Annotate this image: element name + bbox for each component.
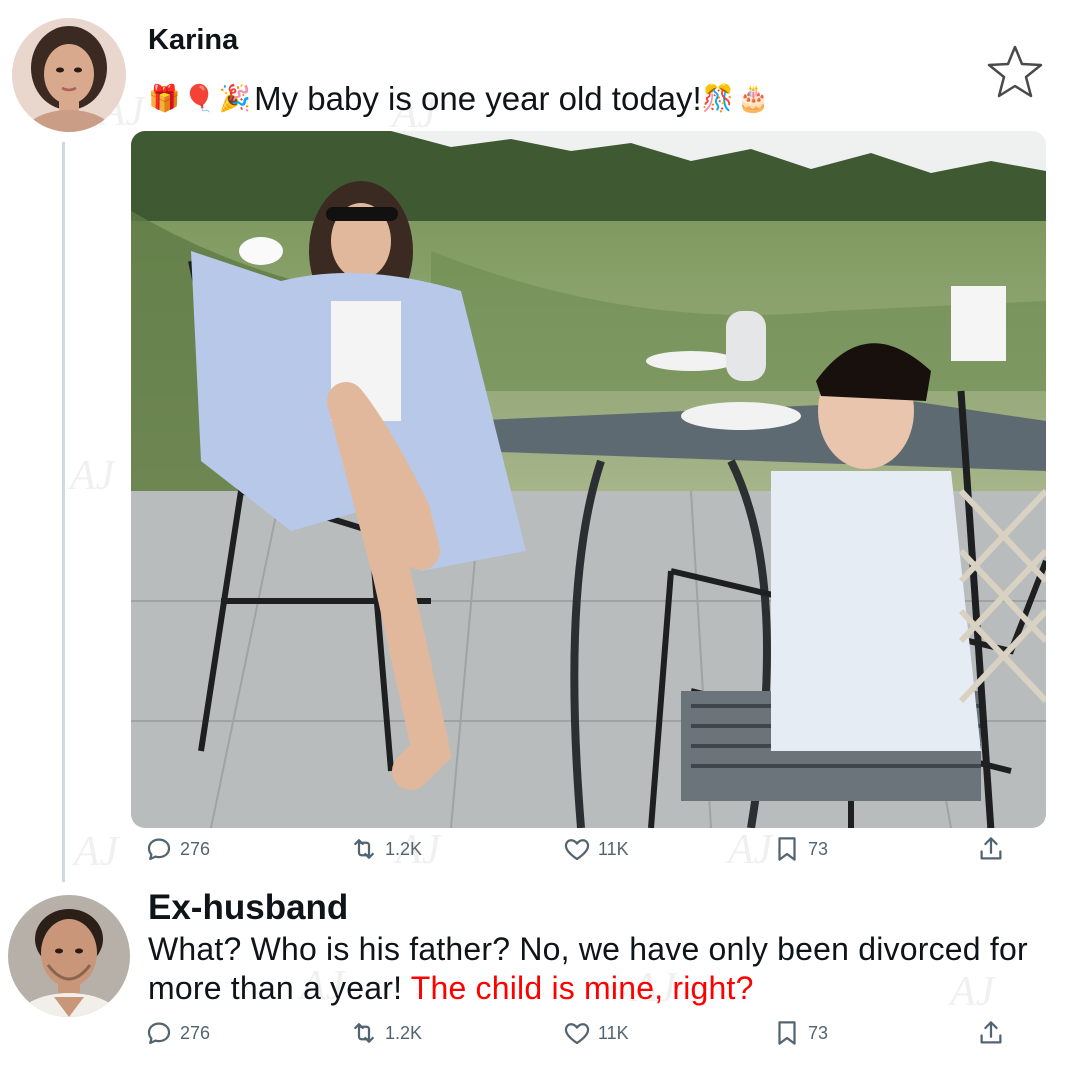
confetti-emoji: 🎊 <box>701 84 735 114</box>
share-icon <box>980 1021 1002 1044</box>
cake-emoji: 🎂 <box>737 84 770 114</box>
post-photo[interactable] <box>131 131 1046 828</box>
bookmark-icon <box>778 1021 796 1045</box>
party-popper-emoji: 🎉 <box>218 84 252 114</box>
reply-author-name[interactable]: Ex-husband <box>148 888 348 928</box>
heart-icon <box>564 839 590 861</box>
reply-text: What? Who is his father? No, we have onl… <box>148 930 1058 1008</box>
post-body: My baby is one year old today! <box>254 80 702 117</box>
retweet-button[interactable]: 1.2K <box>349 1018 422 1048</box>
balloon-emoji: 🎈 <box>183 84 216 114</box>
like-button[interactable]: 11K <box>562 834 629 864</box>
retweet-icon <box>354 1023 374 1043</box>
post-action-bar: 276 1.2K 11K 73 <box>144 834 1024 870</box>
bookmark-button[interactable]: 73 <box>772 834 828 864</box>
watermark: AJ <box>74 829 119 875</box>
retweet-button[interactable]: 1.2K <box>349 834 422 864</box>
thread-line <box>62 142 65 882</box>
reply-icon <box>147 838 171 861</box>
reply-count: 276 <box>180 1022 211 1043</box>
watermark: AJ <box>70 453 115 499</box>
bookmark-icon <box>778 837 796 861</box>
reply-button[interactable]: 276 <box>144 1018 210 1048</box>
retweet-count: 1.2K <box>385 1022 423 1043</box>
share-icon <box>980 837 1002 860</box>
reply-icon <box>147 1022 171 1045</box>
share-button[interactable] <box>976 1018 1012 1048</box>
post-text: 🎁 🎈 🎉 My baby is one year old today! 🎊 🎂 <box>148 80 772 118</box>
retweet-count: 1.2K <box>385 838 423 859</box>
bookmark-count: 73 <box>808 838 829 859</box>
gift-emoji: 🎁 <box>148 84 181 114</box>
retweet-icon <box>354 839 374 859</box>
bookmark-count: 73 <box>808 1022 829 1043</box>
post-author-name[interactable]: Karina <box>148 24 238 57</box>
like-count: 11K <box>598 1022 629 1043</box>
avatar[interactable] <box>12 18 126 132</box>
like-button[interactable]: 11K <box>562 1018 629 1048</box>
star-icon[interactable] <box>986 44 1044 100</box>
share-button[interactable] <box>976 834 1012 864</box>
reply-highlight: The child is mine, right? <box>410 970 754 1006</box>
like-count: 11K <box>598 838 629 859</box>
bookmark-button[interactable]: 73 <box>772 1018 828 1048</box>
heart-icon <box>564 1023 590 1045</box>
reply-button[interactable]: 276 <box>144 834 210 864</box>
reply-count: 276 <box>180 838 211 859</box>
reply-action-bar: 276 1.2K 11K 73 <box>144 1018 1024 1054</box>
avatar[interactable] <box>8 895 130 1017</box>
